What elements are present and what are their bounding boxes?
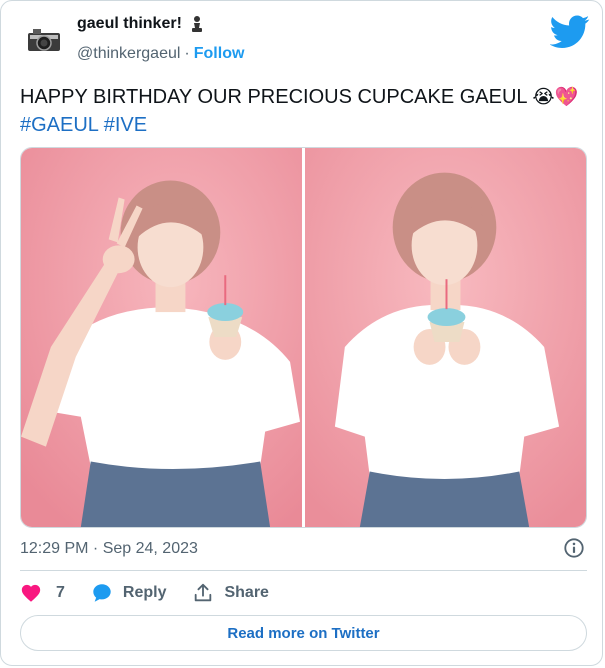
action-bar: 7 Reply Share [20,581,295,605]
reply-bubble-icon [93,584,111,602]
sparkling-heart-emoji: 💖 [554,86,579,108]
info-icon[interactable] [563,537,585,559]
crying-face-emoji: 😭 [532,86,555,108]
share-icon [195,583,212,602]
photo-holding-cupcake [305,148,586,527]
media-grid [20,147,587,528]
handle-row: @thinkergaeul · Follow [77,45,244,63]
camera-icon[interactable] [27,27,61,53]
reply-label: Reply [122,584,167,601]
heart-icon [21,584,41,602]
share-label: Share [224,584,269,601]
divider [20,570,587,571]
author-name[interactable]: gaeul thinker! [77,15,204,33]
separator-dot: · [184,45,190,62]
photo-left[interactable] [21,148,302,527]
author-handle[interactable]: @thinkergaeul [77,45,180,63]
display-name[interactable]: gaeul thinker! [77,15,182,33]
reply-button[interactable]: Reply [91,582,167,604]
tweet-timestamp[interactable]: 12:29 PM · Sep 24, 2023 [20,540,198,558]
chess-pawn-icon [191,16,202,32]
like-button[interactable]: 7 [20,582,65,604]
twitter-bird-icon[interactable] [550,15,590,49]
hashtag-ive[interactable]: #IVE [104,114,147,136]
tweet-body: HAPPY BIRTHDAY OUR PRECIOUS CUPCAKE GAEU… [20,86,527,108]
photo-right[interactable] [305,148,586,527]
follow-button[interactable]: Follow [194,45,245,63]
hashtag-gaeul[interactable]: #GAEUL [20,114,98,136]
read-more-button[interactable]: Read more on Twitter [20,615,587,651]
photo-peace-sign-cupcake [21,148,302,527]
tweet-card: gaeul thinker! @thinkergaeul · Follow HA… [0,0,603,666]
like-count: 7 [56,584,65,601]
tweet-text: HAPPY BIRTHDAY OUR PRECIOUS CUPCAKE GAEU… [20,83,590,139]
share-button[interactable]: Share [192,582,269,604]
